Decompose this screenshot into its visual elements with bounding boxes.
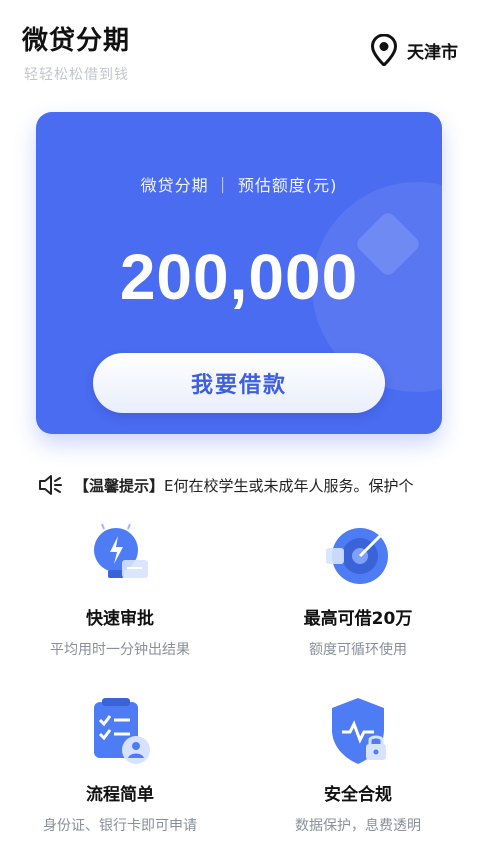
- location-pin-icon: [371, 34, 397, 66]
- notice-text: E何在校学生或未成年人服务。保护个: [164, 476, 414, 495]
- feature-max-amount: 最高可借20万 额度可循环使用: [258, 518, 458, 659]
- feature-desc: 数据保护，息费透明: [295, 818, 421, 834]
- app-subtitle: 轻轻松松借到钱: [24, 67, 129, 83]
- feature-security: 安全合规 数据保护，息费透明: [258, 694, 458, 835]
- feature-desc: 身份证、银行卡即可申请: [43, 818, 197, 834]
- header: 微贷分期 轻轻松松借到钱 天津市: [0, 0, 478, 100]
- credit-amount: 200,000: [119, 241, 359, 313]
- loan-card: 微贷分期 ｜ 预估额度(元) 200,000 我要借款: [36, 112, 442, 434]
- city-label: 天津市: [407, 42, 458, 63]
- speaker-icon: [39, 475, 62, 495]
- lightbulb-icon: [94, 523, 148, 578]
- feature-title: 流程简单: [86, 785, 154, 805]
- notice-label: 【温馨提示】: [74, 476, 165, 495]
- feature-title: 安全合规: [324, 785, 392, 805]
- card-caption: 微贷分期 ｜ 预估额度(元): [140, 176, 338, 195]
- feature-title: 最高可借20万: [303, 609, 413, 629]
- feature-simple-process: 流程简单 身份证、银行卡即可申请: [20, 694, 220, 835]
- checklist-icon: [94, 698, 150, 764]
- location-selector[interactable]: 天津市: [371, 34, 458, 66]
- feature-fast-approval: 快速审批 平均用时一分钟出结果: [20, 518, 220, 659]
- notice-bar: 【温馨提示】 E何在校学生或未成年人服务。保护个: [38, 470, 442, 500]
- shield-icon: [332, 698, 386, 764]
- feature-desc: 平均用时一分钟出结果: [50, 642, 190, 658]
- feature-title: 快速审批: [86, 609, 154, 629]
- app-title: 微贷分期: [22, 26, 131, 56]
- borrow-button-label: 我要借款: [190, 372, 287, 397]
- feature-desc: 额度可循环使用: [309, 642, 407, 658]
- target-icon: [326, 526, 390, 584]
- borrow-button[interactable]: 我要借款: [93, 353, 385, 413]
